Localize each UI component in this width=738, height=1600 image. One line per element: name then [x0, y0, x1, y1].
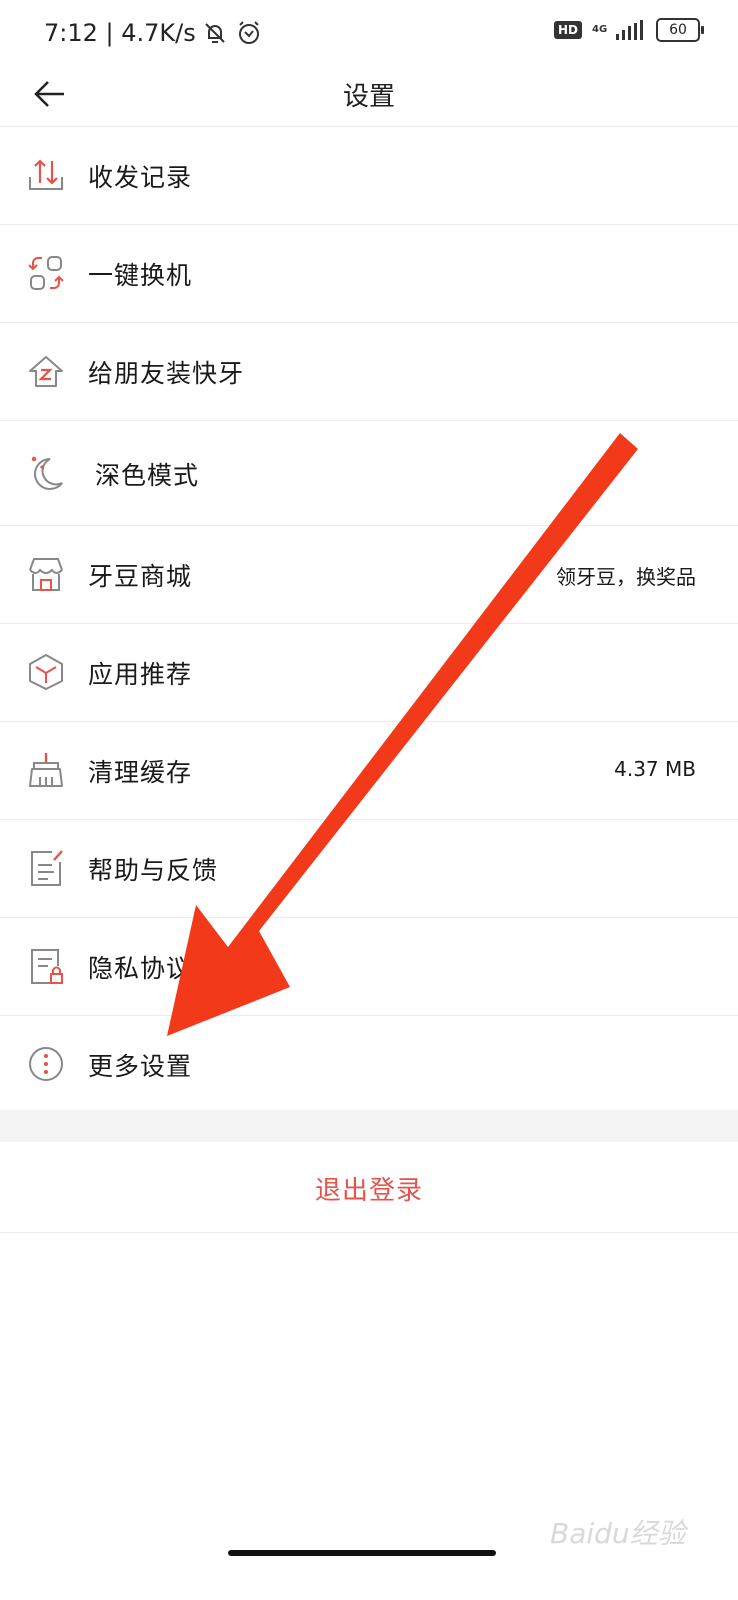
menu-item-share-install[interactable]: 给朋友装快牙	[0, 323, 738, 421]
menu-item-dark-mode[interactable]: 深色模式	[0, 421, 738, 526]
menu-label: 给朋友装快牙	[88, 359, 245, 388]
menu-value: 领牙豆，换奖品	[556, 565, 696, 589]
logout-button[interactable]: 退出登录	[0, 1142, 738, 1233]
home-indicator[interactable]	[228, 1550, 496, 1556]
menu-label: 清理缓存	[88, 758, 193, 787]
network-type: 4G	[592, 24, 608, 35]
menu-item-store[interactable]: 牙豆商城 领牙豆，换奖品	[0, 526, 738, 624]
status-time-speed: 7:12 | 4.7K/s	[44, 19, 196, 47]
menu-label: 深色模式	[95, 461, 200, 490]
transfer-record-icon	[29, 159, 63, 190]
menu-item-transfer-record[interactable]: 收发记录	[0, 127, 738, 225]
menu-item-help-feedback[interactable]: 帮助与反馈	[0, 820, 738, 918]
cache-size: 4.37 MB	[614, 757, 696, 781]
alarm-icon	[238, 21, 259, 44]
header: 设置	[0, 64, 738, 127]
menu-item-more-settings[interactable]: 更多设置	[0, 1016, 738, 1114]
menu-item-app-recommend[interactable]: 应用推荐	[0, 624, 738, 722]
logout-label: 退出登录	[314, 1176, 423, 1206]
section-divider	[0, 1110, 738, 1142]
menu-item-clear-cache[interactable]: 清理缓存 4.37 MB	[0, 722, 738, 820]
moon-icon	[31, 456, 63, 490]
menu-label: 帮助与反馈	[88, 856, 219, 885]
menu-item-privacy[interactable]: 隐私协议	[0, 918, 738, 1016]
more-icon	[29, 1047, 63, 1081]
page-title: 设置	[342, 82, 395, 112]
status-bar: 7:12 | 4.7K/s HD 4G 60	[0, 0, 738, 64]
menu-label: 一键换机	[88, 261, 193, 290]
status-right: HD 4G 60	[553, 18, 704, 42]
menu-label: 应用推荐	[88, 660, 193, 689]
hd-badge: HD	[553, 21, 582, 39]
store-icon	[29, 558, 63, 591]
battery-indicator: 60	[656, 18, 704, 42]
status-left: 7:12 | 4.7K/s	[44, 18, 264, 48]
mute-bell-icon	[205, 23, 225, 43]
phone-switch-icon	[28, 256, 64, 290]
broom-icon	[29, 753, 63, 787]
signal-icon	[616, 20, 643, 40]
watermark-text: Baidu经验	[550, 1517, 686, 1550]
menu-label: 牙豆商城	[88, 562, 193, 591]
box-icon	[29, 654, 63, 690]
privacy-icon	[31, 949, 63, 984]
feedback-icon	[31, 850, 63, 886]
share-install-icon	[29, 356, 63, 387]
baidu-watermark: Baidu经验	[550, 1512, 686, 1552]
menu-label: 更多设置	[88, 1052, 193, 1081]
settings-list: 收发记录 一键换机 给朋友装快牙 深色模式 牙豆商城 领牙豆，换奖品 应用推荐 …	[0, 127, 738, 1114]
menu-label: 收发记录	[88, 163, 193, 192]
menu-label: 隐私协议	[88, 954, 193, 983]
menu-item-phone-switch[interactable]: 一键换机	[0, 225, 738, 323]
